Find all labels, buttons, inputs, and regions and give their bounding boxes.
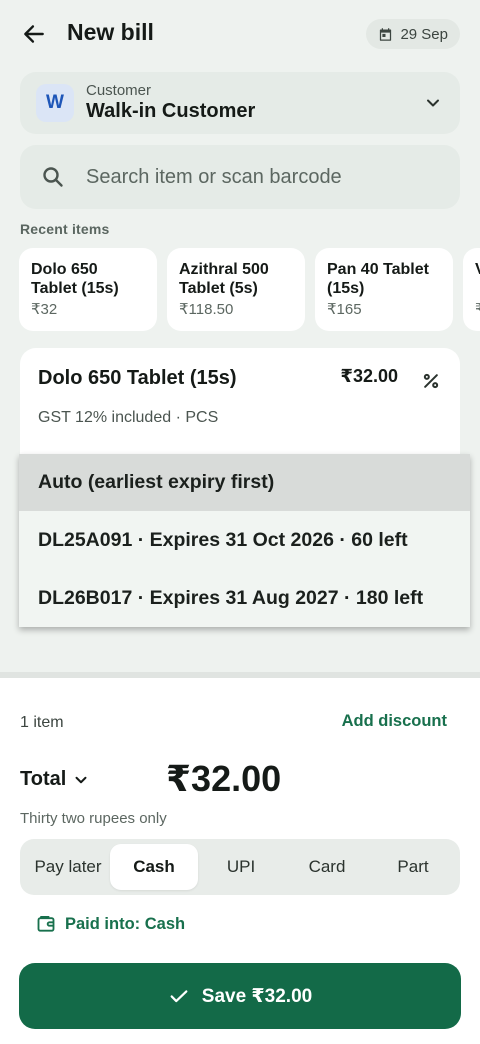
recent-item-card[interactable]: V g ₹ — [463, 248, 480, 331]
recent-items-list: Dolo 650 Tablet (15s) ₹32 Azithral 500 T… — [19, 248, 480, 331]
tab-card[interactable]: Card — [284, 844, 370, 890]
arrow-left-icon — [24, 25, 44, 43]
recent-item-name: Pan 40 Tablet (15s) — [327, 261, 429, 297]
date-label: 29 Sep — [400, 25, 448, 43]
batch-dropdown-menu: Auto (earliest expiry first) DL25A091 · … — [19, 454, 470, 627]
customer-label: Customer — [86, 82, 152, 99]
add-discount-link[interactable]: Add discount — [342, 712, 447, 731]
paid-into-label: Paid into: Cash — [65, 914, 186, 933]
recent-item-card[interactable]: Azithral 500 Tablet (5s) ₹118.50 — [167, 248, 305, 331]
tab-cash[interactable]: Cash — [110, 844, 198, 890]
chevron-down-icon — [422, 92, 444, 114]
line-item-meta: GST 12% included · PCS — [38, 409, 219, 426]
wallet-icon — [37, 916, 55, 932]
customer-avatar: W — [36, 84, 74, 122]
save-button-label: Save ₹32.00 — [201, 985, 313, 1007]
tab-pay-later[interactable]: Pay later — [24, 844, 112, 890]
recent-item-name: Azithral 500 Tablet (5s) — [179, 261, 269, 297]
date-chip[interactable]: 29 Sep — [366, 19, 460, 49]
save-bill-button[interactable]: Save ₹32.00 — [19, 963, 461, 1029]
total-label: Total — [20, 768, 67, 790]
line-item-price: ₹32.00 — [340, 366, 398, 386]
bill-line-item[interactable]: Dolo 650 Tablet (15s) ₹32.00 GST 12% inc… — [20, 348, 460, 468]
search-bar[interactable] — [20, 145, 460, 209]
tab-part[interactable]: Part — [370, 844, 456, 890]
batch-option-auto[interactable]: Auto (earliest expiry first) — [19, 454, 470, 511]
recent-item-card[interactable]: Dolo 650 Tablet (15s) ₹32 — [19, 248, 157, 331]
recent-item-name: Dolo 650 Tablet (15s) — [31, 261, 119, 297]
check-icon — [170, 990, 188, 1003]
recent-item-price: ₹165 — [327, 301, 362, 318]
search-icon — [40, 164, 66, 190]
tab-upi[interactable]: UPI — [198, 844, 284, 890]
total-toggle[interactable]: Total — [20, 768, 90, 791]
search-input[interactable] — [86, 165, 446, 189]
chevron-down-icon — [75, 776, 87, 783]
recent-item-price: ₹ — [475, 301, 480, 318]
checkout-sheet: 1 item Add discount Total ₹32.00 Thirty … — [0, 678, 480, 1044]
payment-mode-tabs: Pay later Cash UPI Card Part — [20, 839, 460, 895]
recent-item-card[interactable]: Pan 40 Tablet (15s) ₹165 — [315, 248, 453, 331]
customer-name: Walk-in Customer — [86, 100, 256, 122]
customer-selector[interactable]: W Customer Walk-in Customer — [20, 72, 460, 134]
bill-screen: New bill 29 Sep W Customer Walk-in Custo… — [0, 0, 480, 672]
page-title: New bill — [67, 19, 154, 45]
back-button[interactable] — [18, 18, 50, 50]
line-item-name: Dolo 650 Tablet (15s) — [38, 367, 237, 389]
paid-into-selector[interactable]: Paid into: Cash — [36, 914, 185, 934]
total-amount: ₹32.00 — [166, 758, 282, 799]
percent-icon[interactable] — [420, 370, 442, 392]
recent-item-price: ₹32 — [31, 301, 58, 318]
recent-item-price: ₹118.50 — [179, 301, 234, 318]
batch-option-dl26b017[interactable]: DL26B017 · Expires 31 Aug 2027 · 180 lef… — [19, 569, 470, 627]
recent-item-name: V g — [475, 260, 480, 298]
batch-option-dl25a091[interactable]: DL25A091 · Expires 31 Oct 2026 · 60 left — [19, 511, 470, 569]
calendar-icon — [380, 27, 392, 41]
app-header: New bill 29 Sep — [0, 0, 480, 68]
recent-items-heading: Recent items — [20, 221, 110, 237]
amount-in-words: Thirty two rupees only — [20, 810, 167, 827]
item-count: 1 item — [20, 714, 64, 731]
